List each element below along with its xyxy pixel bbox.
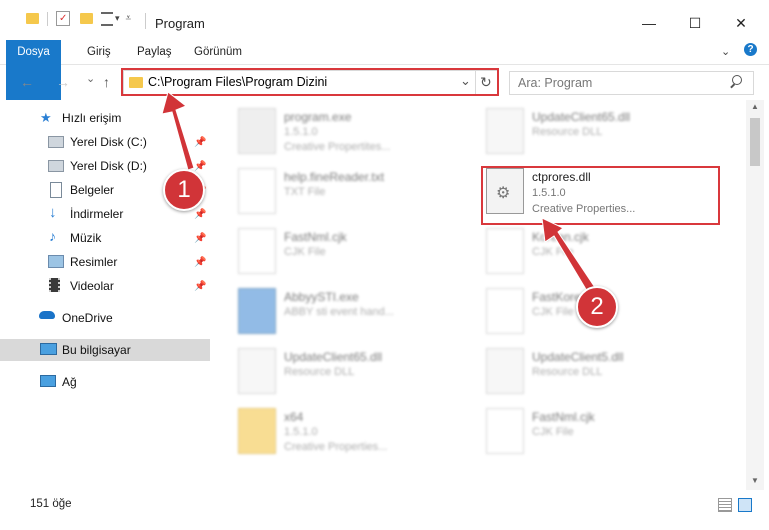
status-bar: 151 öğe: [0, 492, 769, 530]
annotation-arrows: [161, 91, 599, 297]
step-badge-2: 2: [576, 286, 618, 328]
step-badge-1: 1: [163, 169, 205, 211]
details-view-icon[interactable]: [718, 498, 732, 512]
scroll-down-icon[interactable]: ▼: [751, 476, 759, 485]
arrow-1: [161, 91, 195, 171]
large-icons-view-icon[interactable]: [738, 498, 752, 512]
scroll-thumb[interactable]: [750, 118, 760, 166]
scroll-up-icon[interactable]: ▲: [751, 102, 759, 111]
item-count: 151 öğe: [30, 498, 72, 510]
vertical-scrollbar[interactable]: ▲ ▼: [746, 100, 764, 490]
arrow-2: [541, 217, 599, 297]
